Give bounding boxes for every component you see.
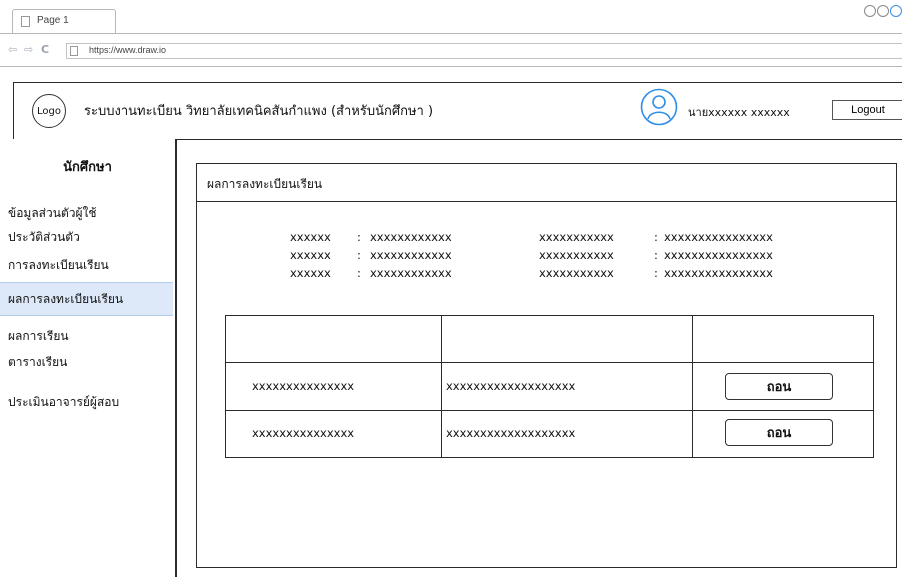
info-value: xxxxxxxxxxxx [370,248,452,262]
user-avatar-icon[interactable] [640,88,678,126]
app-header: Logo ระบบงานทะเบียน วิทยาลัยเทคนิคสันกำแ… [13,82,902,140]
user-name: นายxxxxxx xxxxxx [688,106,790,119]
info-separator: : [357,266,361,280]
minimize-icon[interactable] [864,5,876,17]
tab-title: Page 1 [37,15,69,26]
page-title: ผลการลงทะเบียนเรียน [207,177,323,191]
info-label: xxxxxxxxxxx [539,266,614,280]
info-separator: : [654,248,658,262]
table-divider [226,362,873,363]
info-separator: : [654,230,658,244]
address-bar: ⇦ ⇨ C https://www.draw.io [0,34,902,67]
table-cell: xxxxxxxxxxxxxxxxxxx [446,426,576,440]
sidebar-item-grades[interactable]: ผลการเรียน [0,326,173,346]
sidebar: นักศึกษา ข้อมูลส่วนตัวผู้ใช้ ประวัติส่วน… [0,139,177,577]
info-label: xxxxxxxxxxx [539,230,614,244]
info-label: xxxxxx [290,230,331,244]
info-separator: : [357,230,361,244]
app-title: ระบบงานทะเบียน วิทยาลัยเทคนิคสันกำแพง (ส… [84,104,434,119]
sidebar-item-registration[interactable]: การลงทะเบียนเรียน [0,255,173,275]
info-value: xxxxxxxxxxxxxxxx [664,248,773,262]
info-value: xxxxxxxxxxxx [370,266,452,280]
info-value: xxxxxxxxxxxx [370,230,452,244]
table-cell: xxxxxxxxxxxxxxx [252,379,355,393]
sidebar-title: นักศึกษา [63,160,112,175]
page-icon [21,16,30,27]
table-cell: xxxxxxxxxxxxxxx [252,426,355,440]
browser-tab-bar: Page 1 [0,0,902,34]
withdraw-button[interactable]: ถอน [725,373,833,400]
panel-header: ผลการลงทะเบียนเรียน [197,164,896,202]
result-table: xxxxxxxxxxxxxxx xxxxxxxxxxxxxxxxxxx ถอน … [225,315,874,458]
page-icon [70,46,78,56]
info-label: xxxxxx [290,266,331,280]
url-text: https://www.draw.io [89,45,167,55]
sidebar-item-teacher-evaluation[interactable]: ประเมินอาจารย์ผู้สอบ [0,392,173,412]
withdraw-button[interactable]: ถอน [725,419,833,446]
info-separator: : [357,248,361,262]
url-field[interactable]: https://www.draw.io [66,43,902,59]
sidebar-item-personal-info[interactable]: ข้อมูลส่วนตัวผู้ใช้ [0,203,173,223]
sidebar-item-profile[interactable]: ประวัติส่วนตัว [0,227,173,247]
info-label: xxxxxxxxxxx [539,248,614,262]
table-divider [692,316,693,457]
logout-button[interactable]: Logout [832,100,902,120]
info-label: xxxxxx [290,248,331,262]
info-value: xxxxxxxxxxxxxxxx [664,266,773,280]
table-divider [226,410,873,411]
info-separator: : [654,266,658,280]
close-icon[interactable] [890,5,902,17]
browser-tab[interactable]: Page 1 [12,9,116,33]
sidebar-item-registration-result[interactable]: ผลการลงทะเบียนเรียน [0,282,173,316]
logo: Logo [32,94,66,128]
table-divider [441,316,442,457]
table-cell: xxxxxxxxxxxxxxxxxxx [446,379,576,393]
reload-icon[interactable]: C [41,43,49,56]
registration-result-panel: ผลการลงทะเบียนเรียน xxxxxx : xxxxxxxxxxx… [196,163,897,568]
back-arrow-icon[interactable]: ⇦ [8,43,17,56]
window-controls [863,2,902,17]
sidebar-item-timetable[interactable]: ตารางเรียน [0,352,173,372]
forward-arrow-icon[interactable]: ⇨ [24,43,33,56]
info-value: xxxxxxxxxxxxxxxx [664,230,773,244]
maximize-icon[interactable] [877,5,889,17]
